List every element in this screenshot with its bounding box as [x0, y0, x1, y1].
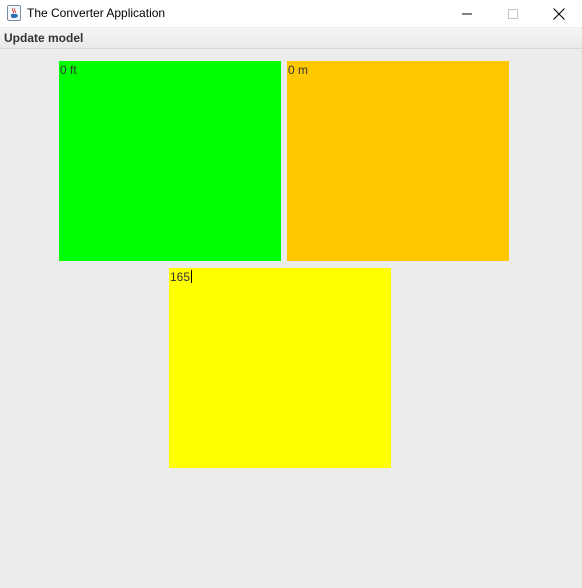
feet-panel: 0 ft: [59, 61, 281, 261]
close-button[interactable]: [536, 0, 582, 27]
close-icon: [553, 7, 565, 20]
input-panel[interactable]: 165: [169, 268, 391, 468]
window-title: The Converter Application: [27, 6, 166, 20]
maximize-button[interactable]: [490, 0, 536, 27]
minimize-icon: [462, 13, 472, 14]
menu-bar: Update model: [0, 28, 582, 49]
maximize-icon: [508, 8, 518, 19]
java-cup-icon: [7, 5, 21, 21]
meters-label: 0 m: [288, 63, 309, 77]
input-value[interactable]: 165: [170, 270, 190, 284]
minimize-button[interactable]: [444, 0, 490, 27]
menu-update-model[interactable]: Update model: [4, 31, 83, 45]
text-caret: [191, 270, 193, 283]
title-bar: The Converter Application: [0, 0, 582, 27]
feet-label: 0 ft: [60, 63, 77, 77]
meters-panel: 0 m: [287, 61, 509, 261]
